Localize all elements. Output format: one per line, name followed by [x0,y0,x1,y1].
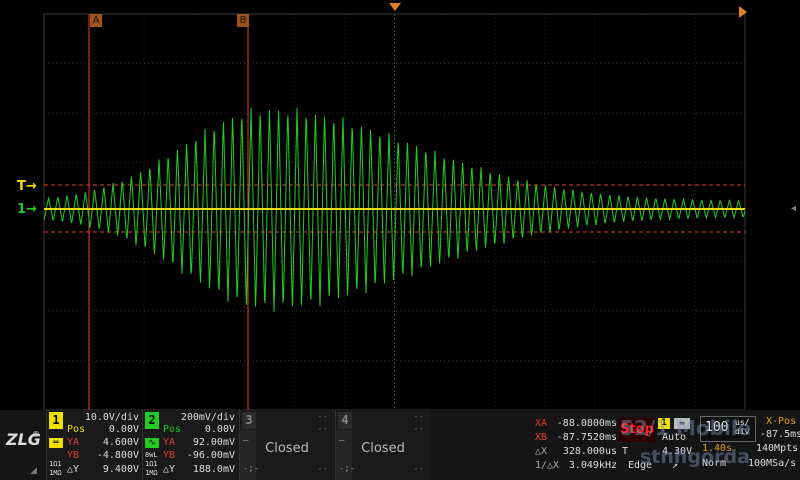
trigger-coupling-icon: ═ [674,418,690,429]
ch4-status: Closed [361,441,405,456]
side-panel-expand-icon[interactable]: ◂ [791,203,796,214]
ch2-bandwidth-limit: 8wL [145,451,158,459]
ch3-ground-icon: -;- [243,464,260,474]
trigger-source-badge[interactable]: 1 [658,418,670,429]
dx-value: 328.000us [562,446,617,457]
trigger-position-marker-icon[interactable] [389,3,401,11]
trigger-type: Edge [628,460,653,471]
trigger-mode: Auto [662,432,687,443]
trigger-level-marker[interactable]: T→ [17,179,37,194]
ch2-pos-value: 0.00V [204,424,235,435]
waveform-canvas [43,13,746,410]
arrow-right-icon: → [25,179,37,194]
ch3-scale: -- [317,412,328,422]
ch1-dy-value: 9.400V [102,464,139,475]
ch1-dy-label: △Y [67,464,80,475]
ch1-yb-value: -4.800V [96,450,139,461]
ch2-ya-label: YA [163,437,176,448]
resize-grip-icon: ◢ [30,466,37,476]
ch1-ya-label: YA [67,437,80,448]
brand-logo: ZLG ® ◢ [6,430,41,476]
timebase-unit: us/div [735,418,749,436]
status-bar: ZLG ® ◢ 1 10.0V/div Pos 0.00V ═ YA 4.600… [0,410,800,480]
ch4-ground-icon: -;- [339,464,356,474]
xa-value: -88.0800ms [556,418,617,429]
xpos-value: -87.5ms [760,429,800,440]
timebase-value: 100 [705,420,729,435]
ch1-offset-label: 1 [17,202,27,217]
ch3-number-badge[interactable]: 3 [242,412,256,429]
ch2-scale: 200mV/div [180,412,235,423]
ch1-offset-marker[interactable]: 1→ [17,202,37,217]
timebase-unit-top: us/ [735,418,750,427]
ac-coupling-icon: ∿ [145,438,159,448]
ch4-panel[interactable]: 4 -- -- — -;- Closed -- [335,410,430,480]
cursor-b-tag[interactable]: B [237,14,249,27]
ch2-impedance: 1MΩ [145,469,158,477]
trigger-panel[interactable]: 1 ═ Auto T 4.30V Edge ↗ [622,416,696,478]
acquisition-mode: Norm [702,458,727,469]
ch2-pos-label: Pos [163,424,182,435]
timebase-panel[interactable]: 100 us/div X-Pos -87.5ms 1.40s 140Mpts N… [698,416,800,478]
timebase-scale-box[interactable]: 100 us/div [700,416,756,442]
run-stop-button[interactable]: Stop [619,418,655,442]
ch2-probe-ratio: 1Ω1 [145,460,158,468]
sample-rate: 100MSa/s [748,458,797,469]
ch4-pos-value: -- [413,424,424,434]
xb-value: -87.7520ms [556,432,617,443]
dc-coupling-icon: ═ [49,438,63,448]
timebase-unit-bottom: div [735,427,750,436]
ch2-ya-value: 92.00mV [192,437,235,448]
trigger-type-label: T [622,446,629,457]
ch1-yb-label: YB [67,450,80,461]
ch3-pos-value: -- [317,424,328,434]
record-time: 1.40s [702,443,733,454]
memory-depth: 140Mpts [756,443,799,454]
inv-dx-value: 3.049kHz [568,460,617,471]
xa-label: XA [535,418,548,429]
ch1-pos-value: 0.00V [108,424,139,435]
ch4-dy-value: -- [413,464,424,474]
trigger-level: 4.30V [662,446,693,457]
cursor-a-tag[interactable]: A [90,14,102,27]
ch2-dy-label: △Y [163,464,176,475]
ch2-panel[interactable]: 2 200mV/div Pos 0.00V ∿ YA 92.00mV 8wL Y… [142,410,239,480]
xb-label: XB [535,432,548,443]
ch1-scale: 10.0V/div [84,412,139,423]
rising-edge-icon: ↗ [672,460,679,471]
ch1-number-badge[interactable]: 1 [49,412,63,429]
horizontal-offset-marker-icon [739,6,747,18]
inv-dx-label: 1/△X [535,460,560,471]
ch2-number-badge[interactable]: 2 [145,412,159,429]
ch3-status: Closed [265,441,309,456]
ch1-ya-value: 4.600V [102,437,139,448]
logo-registered-mark: ® [32,430,40,439]
trigger-level-label: T [17,179,26,194]
arrow-right-icon: → [26,202,37,217]
ch2-dy-value: 188.0mV [192,464,235,475]
xpos-label: X-Pos [766,416,797,427]
ch2-yb-label: YB [163,450,176,461]
ch2-yb-value: -96.00mV [186,450,235,461]
ch4-scale: -- [413,412,424,422]
ch1-panel[interactable]: 1 10.0V/div Pos 0.00V ═ YA 4.600V YB -4.… [46,410,143,480]
ch1-pos-label: Pos [67,424,86,435]
waveform-display[interactable]: A B T→ 1→ ◂ [0,0,800,410]
dx-label: △X [535,446,548,457]
ch1-probe-ratio: 1Ω1 [49,460,62,468]
ch3-dy-value: -- [317,464,328,474]
cursor-measurements[interactable]: XA -88.0800ms XB -87.7520ms △X 328.000us 1/… [535,414,617,478]
ch3-panel[interactable]: 3 -- -- — -;- Closed -- [239,410,334,480]
ch1-impedance: 1MΩ [49,469,62,477]
ch4-number-badge[interactable]: 4 [338,412,352,429]
